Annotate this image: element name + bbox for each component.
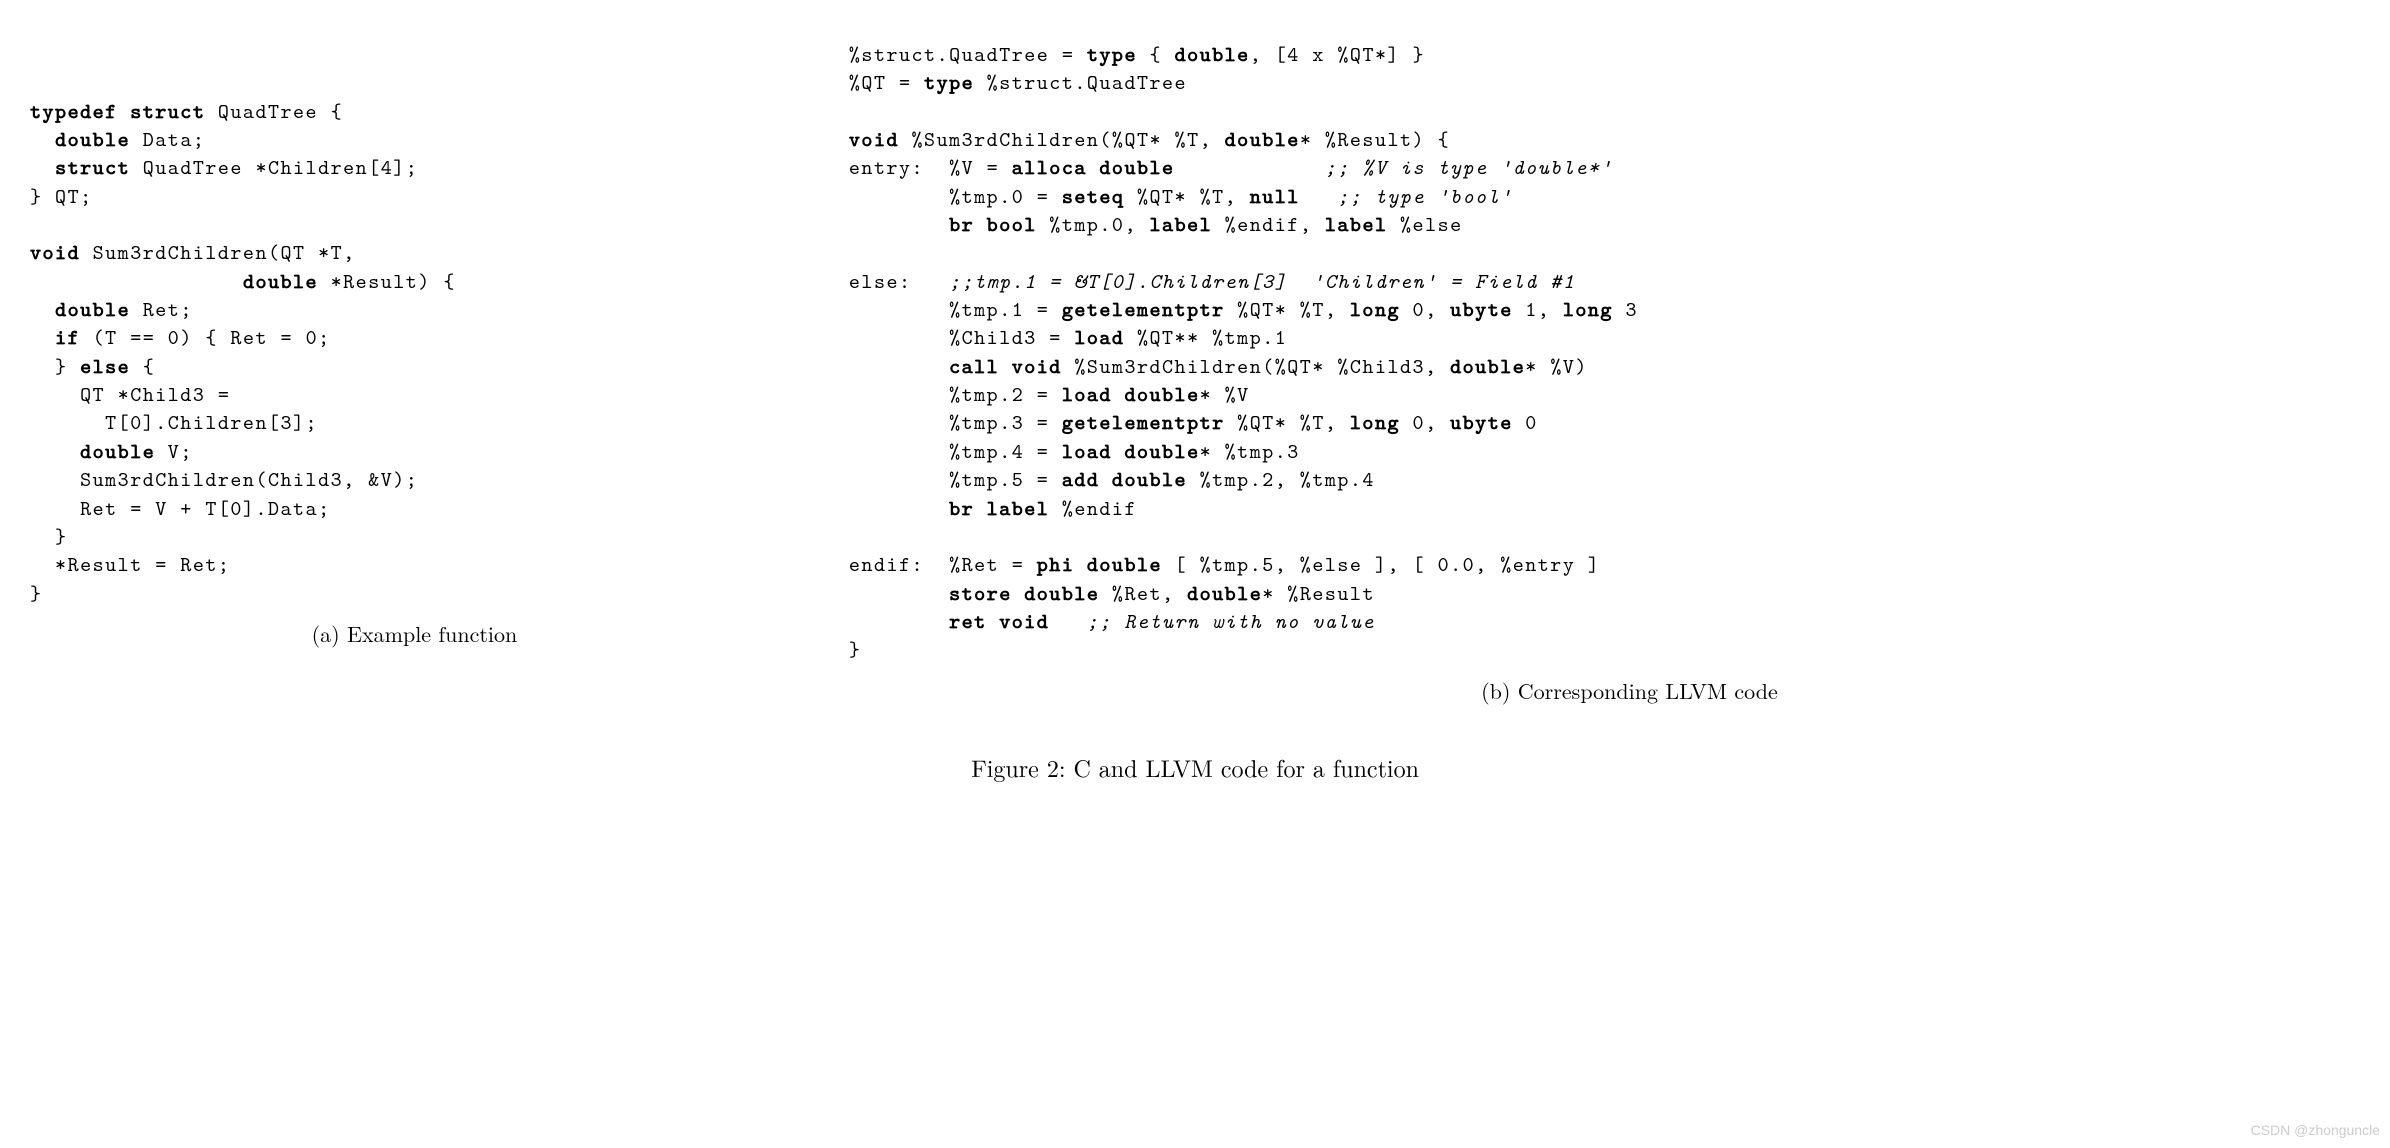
c-code-block: typedef struct QuadTree { double Data; s… (30, 97, 799, 607)
watermark-text: CSDN @zhonguncle (2251, 1121, 2380, 1140)
llvm-code-block: %struct.QuadTree = type { double, [4 x %… (849, 40, 2390, 664)
figure-caption: Figure 2: C and LLVM code for a function (971, 751, 1419, 783)
panel-left: typedef struct QuadTree { double Data; s… (30, 40, 819, 705)
figure-container: typedef struct QuadTree { double Data; s… (30, 40, 2360, 784)
subcaption-a: (a) Example function (30, 619, 799, 649)
subcaption-b: (b) Corresponding LLVM code (849, 676, 2390, 706)
figure-panels: typedef struct QuadTree { double Data; s… (30, 40, 2360, 705)
panel-right: %struct.QuadTree = type { double, [4 x %… (819, 40, 2390, 705)
